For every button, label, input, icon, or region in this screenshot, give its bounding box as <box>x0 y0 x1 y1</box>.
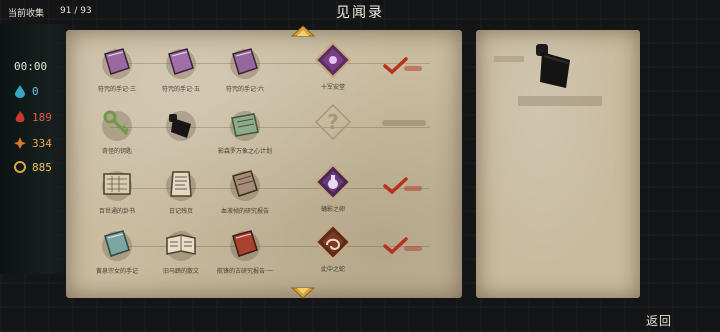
collection-item[interactable] <box>146 104 216 160</box>
book-icon <box>102 48 132 79</box>
detail-text-bar <box>494 56 524 62</box>
left-hud: 00:00 0 189 334 885 <box>0 24 72 274</box>
check-stroke <box>404 66 422 71</box>
top-bar: 当前收集 91 / 93 见闻录 <box>0 0 720 24</box>
scroll-down-icon[interactable] <box>290 286 316 300</box>
collection-item[interactable]: 日记残页 <box>146 164 216 220</box>
item-label: 符咒的手记·六 <box>226 86 264 93</box>
item-label: 此中之蛇 <box>320 266 345 273</box>
coin-icon <box>14 161 26 173</box>
serpent-emblem-icon <box>315 224 351 260</box>
stat-4-value: 885 <box>32 160 52 174</box>
scroll-icon <box>230 111 260 141</box>
book-icon <box>166 48 196 79</box>
collection-item[interactable]: 符咒的手记·三 <box>82 42 152 98</box>
achievement-item[interactable]: 蛹影之卵 <box>298 162 368 218</box>
red-book-icon <box>230 230 260 261</box>
item-label: 黄泉宗女的手记 <box>95 268 138 275</box>
map-scroll-icon <box>102 171 132 201</box>
collection-item[interactable]: 航锋的古研究报告·一 <box>210 224 280 280</box>
collection-item[interactable]: 旧马蹄的散文 <box>146 224 216 280</box>
potion-emblem-icon <box>315 164 351 200</box>
water-drop-icon <box>15 85 25 98</box>
black-pouch-icon <box>536 44 570 88</box>
scroll-up-icon[interactable] <box>290 24 316 38</box>
check-stroke <box>404 246 422 251</box>
diamond-emblem-icon <box>315 42 351 78</box>
item-label: 影森罗万象之心计划 <box>217 148 272 155</box>
collection-item[interactable]: 符咒的手记·六 <box>210 42 280 98</box>
hud-stat-4: 885 <box>14 160 52 174</box>
item-label: 百世通的卦书 <box>98 208 135 215</box>
hud-timer: 00:00 <box>14 60 47 73</box>
item-label: 血液帧的研究报告 <box>220 208 269 215</box>
report-icon <box>230 170 260 201</box>
locked-text-bar <box>382 120 426 126</box>
locked-achievement[interactable]: ? <box>298 102 368 158</box>
item-label: 旧马蹄的散文 <box>162 268 199 275</box>
item-label: 航锋的古研究报告·一 <box>217 268 273 275</box>
collection-item[interactable]: 影森罗万象之心计划 <box>210 104 280 160</box>
svg-text:?: ? <box>327 110 339 134</box>
item-label: 十军安堂 <box>320 84 345 91</box>
detail-text-bar <box>518 96 602 106</box>
collection-item[interactable]: 奇怪的钥匙 <box>82 104 152 160</box>
check-stroke <box>404 186 422 191</box>
page-title: 见闻录 <box>336 5 384 21</box>
stat-3-value: 334 <box>32 136 52 150</box>
stat-1-value: 0 <box>32 84 39 98</box>
stat-2-value: 189 <box>32 110 52 124</box>
timer-value: 00:00 <box>14 60 48 73</box>
item-label: 符咒的手记·五 <box>162 86 200 93</box>
hud-stat-3: 334 <box>14 136 52 150</box>
black-pouch-icon <box>166 111 196 141</box>
page-icon <box>166 171 196 201</box>
spark-icon <box>14 137 26 149</box>
hud-stat-2: 189 <box>14 110 52 124</box>
key-icon <box>102 110 132 141</box>
question-mark-icon: ? <box>315 104 351 140</box>
notebook-icon <box>102 230 132 261</box>
collection-item[interactable]: 符咒的手记·五 <box>146 42 216 98</box>
achievement-item[interactable]: 此中之蛇 <box>298 222 368 278</box>
item-label: 符咒的手记·三 <box>98 86 136 93</box>
collection-item[interactable]: 血液帧的研究报告 <box>210 164 280 220</box>
open-book-icon <box>166 231 196 261</box>
book-icon <box>230 48 260 79</box>
flame-icon <box>15 111 25 123</box>
item-label: 日记残页 <box>168 208 193 215</box>
back-button[interactable]: 返回 <box>646 312 672 329</box>
item-label: 蛹影之卵 <box>320 206 345 213</box>
item-label: 奇怪的钥匙 <box>101 148 132 155</box>
collection-item[interactable]: 百世通的卦书 <box>82 164 152 220</box>
collection-item[interactable]: 黄泉宗女的手记 <box>82 224 152 280</box>
achievement-item[interactable]: 十军安堂 <box>298 40 368 96</box>
hud-stat-1: 0 <box>14 84 39 98</box>
